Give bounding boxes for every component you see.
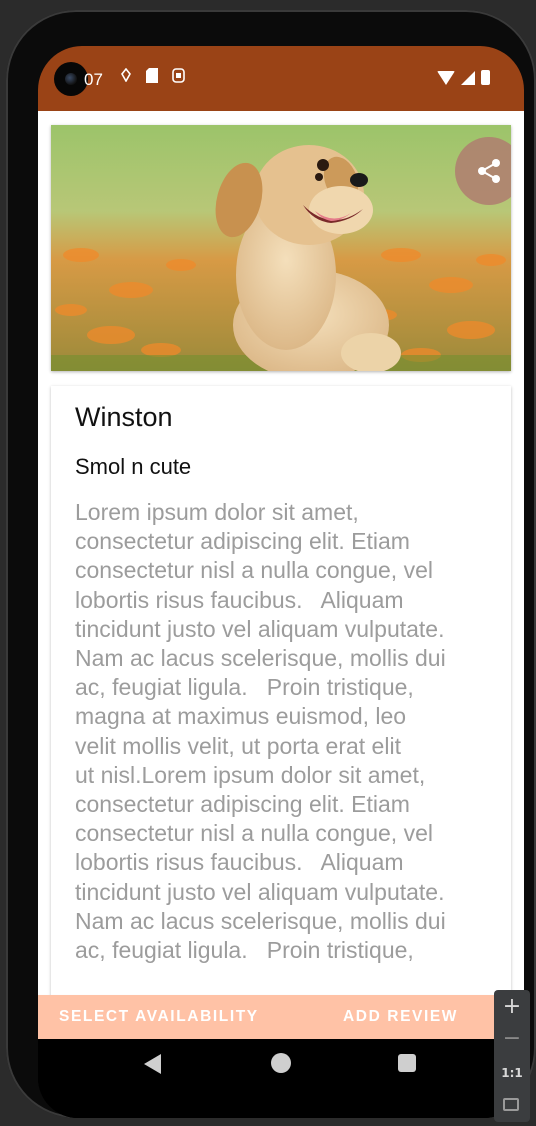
zoom-in-button[interactable]: + <box>494 994 530 1019</box>
front-camera <box>54 62 88 96</box>
sim-icon <box>172 68 185 86</box>
select-availability-button[interactable]: SELECT AVAILABILITY <box>59 1008 259 1026</box>
signal-icon <box>461 71 475 85</box>
home-icon[interactable] <box>271 1053 291 1073</box>
pet-name: Winston <box>75 402 173 432</box>
zoom-out-button[interactable]: − <box>494 1026 530 1051</box>
status-bar: 07 <box>38 46 524 111</box>
add-review-button[interactable]: ADD REVIEW <box>343 1008 458 1026</box>
back-icon[interactable] <box>144 1054 161 1074</box>
pet-description: Lorem ipsum dolor sit amet, consectetur … <box>75 499 446 964</box>
device-screen: 07 Winston Smol n cute Lorem ipsum dolor… <box>38 46 524 1118</box>
action-bar: SELECT AVAILABILITY ADD REVIEW <box>38 995 524 1039</box>
app-content: Winston Smol n cute Lorem ipsum dolor si… <box>38 111 524 1039</box>
device-frame: 07 Winston Smol n cute Lorem ipsum dolor… <box>6 10 536 1118</box>
pet-tagline: Smol n cute <box>75 454 192 479</box>
pet-details-card: Winston Smol n cute Lorem ipsum dolor si… <box>51 386 511 1039</box>
navigation-bar <box>38 1039 524 1118</box>
sd-card-icon <box>146 68 158 86</box>
zoom-fit-icon[interactable] <box>503 1098 519 1111</box>
status-time: 07 <box>84 70 103 89</box>
share-icon <box>478 159 500 183</box>
recents-icon[interactable] <box>398 1054 416 1072</box>
battery-icon <box>481 70 490 85</box>
zoom-reset-button[interactable]: 1:1 <box>494 1066 530 1080</box>
emulator-zoom-controls: + − 1:1 <box>494 990 530 1122</box>
wifi-icon <box>437 71 455 85</box>
notification-icon <box>120 67 132 86</box>
status-right-icons <box>437 70 490 85</box>
pet-photo <box>51 125 511 371</box>
status-left-icons <box>120 67 185 86</box>
puppy-image <box>51 125 511 371</box>
